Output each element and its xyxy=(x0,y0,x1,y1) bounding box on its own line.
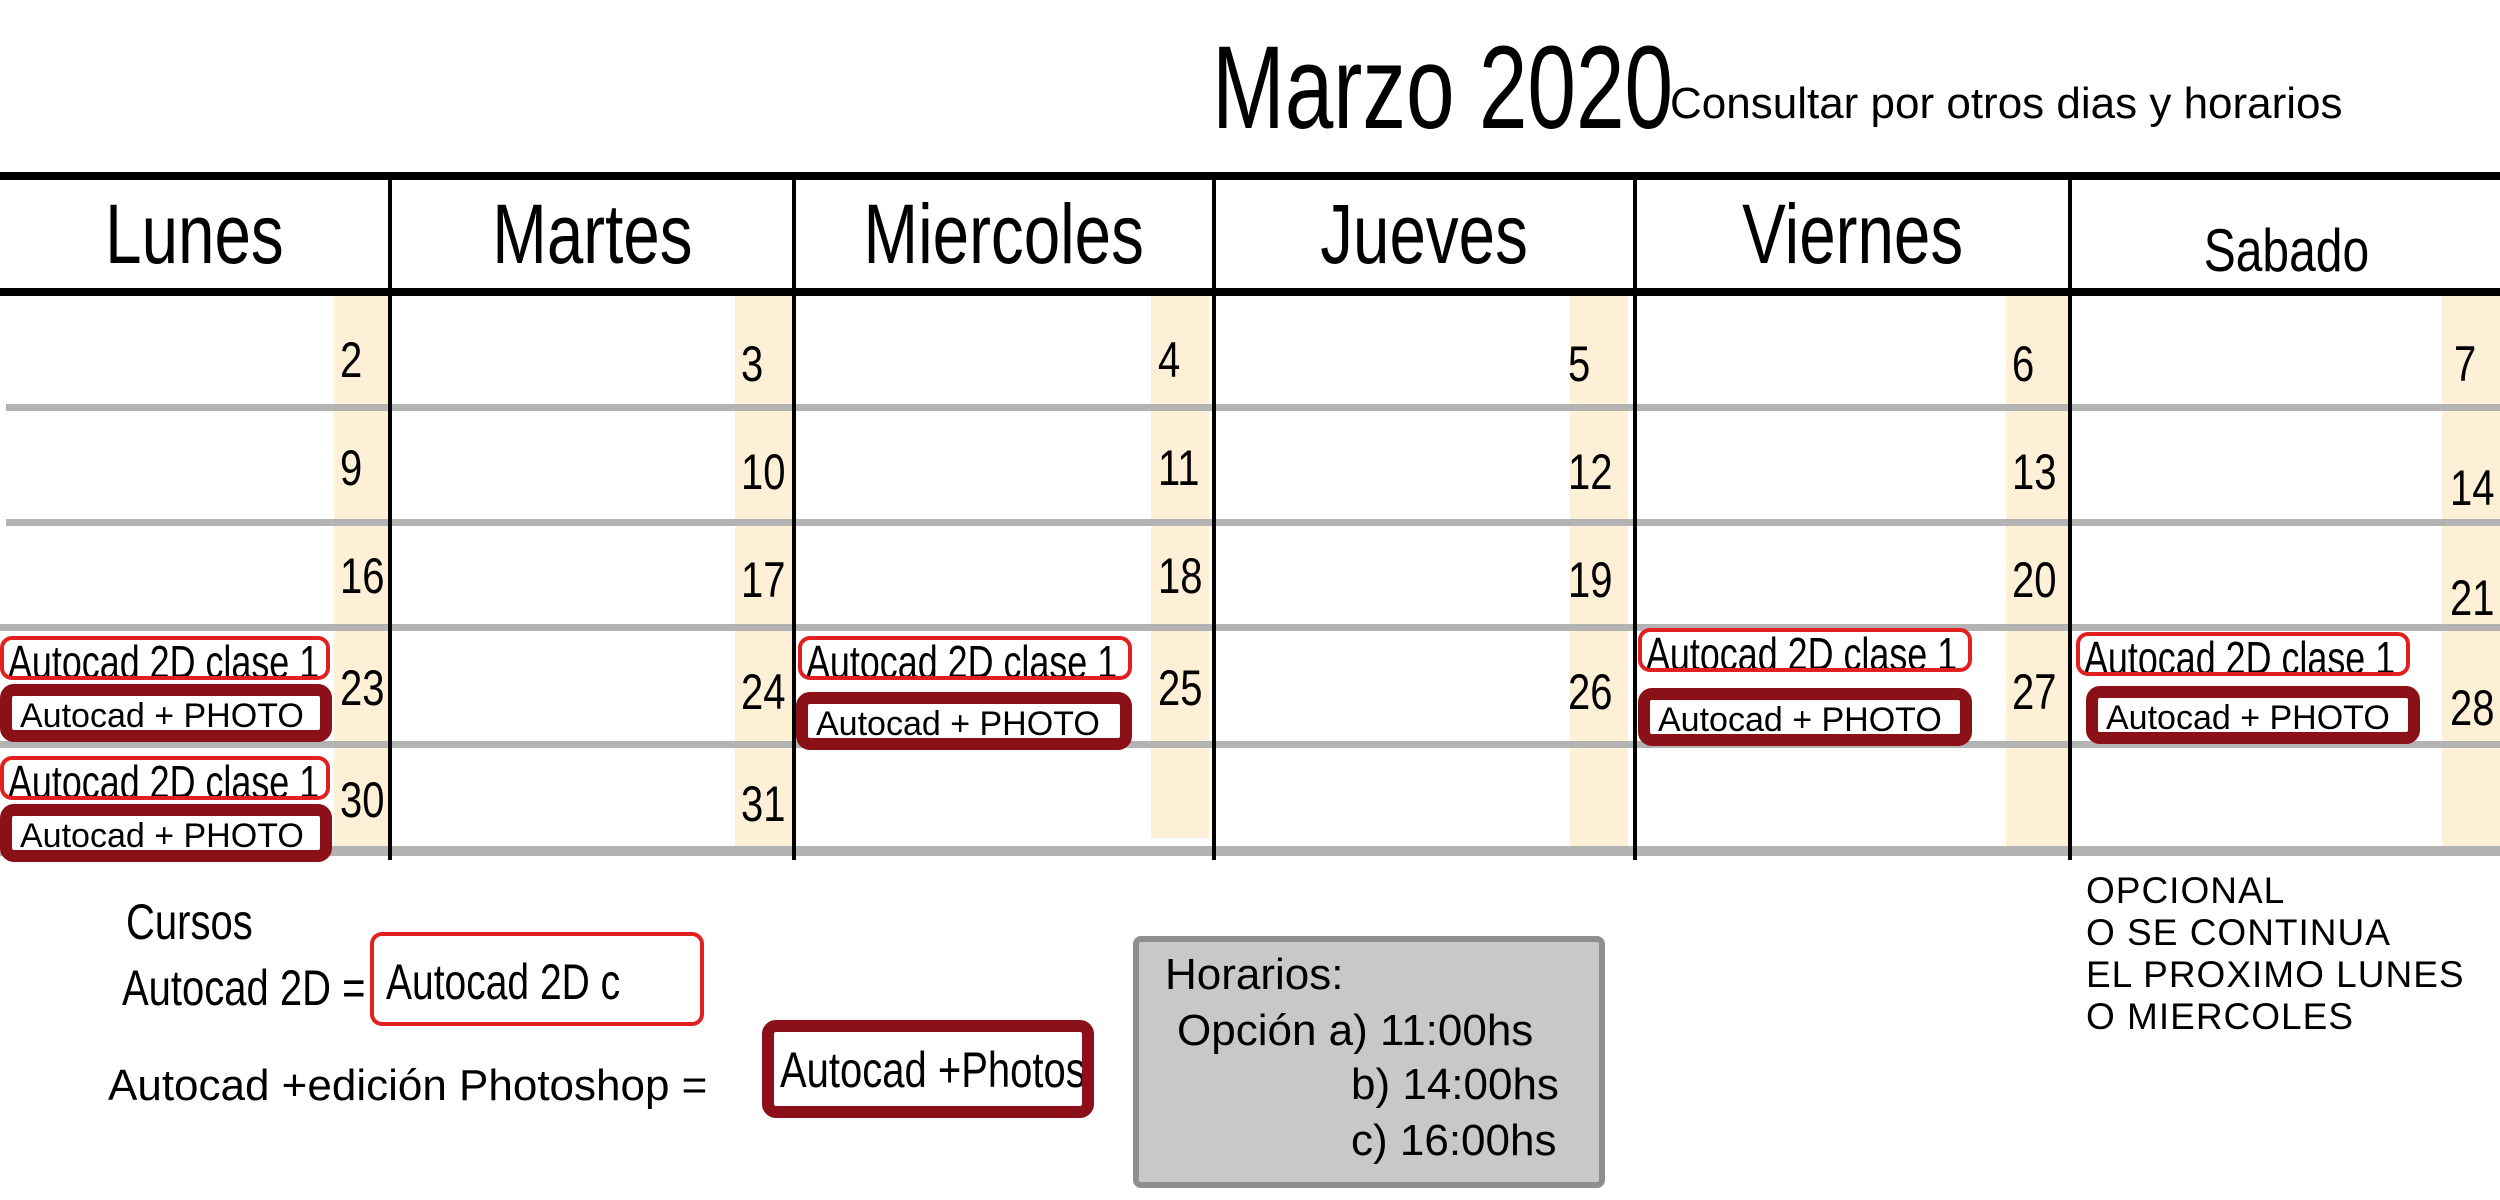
event-autocad-2d[interactable]: Autocad 2D clase 1 xyxy=(2076,632,2410,676)
day-number: 25 xyxy=(1158,660,1203,716)
week-divider xyxy=(0,624,2500,631)
optional-note: OPCIONAL O SE CONTINUA EL PROXIMO LUNES … xyxy=(2086,870,2465,1038)
legend-photoshop-label: Autocad +edición Photoshop = xyxy=(108,1061,708,1110)
event-autocad-photo[interactable]: Autocad + PHOTO xyxy=(1638,688,1972,746)
day-number: 27 xyxy=(2012,664,2057,720)
weekday-header-sabado: Sabado xyxy=(2203,216,2369,284)
weekday-header-martes: Martes xyxy=(491,186,693,281)
day-number: 31 xyxy=(741,776,786,832)
event-autocad-2d[interactable]: Autocad 2D clase 1 xyxy=(0,636,330,680)
day-number: 4 xyxy=(1158,332,1181,388)
weekday-header-viernes: Viernes xyxy=(1742,186,1963,281)
day-number: 9 xyxy=(340,440,363,496)
day-number: 26 xyxy=(1568,664,1613,720)
day-number: 17 xyxy=(741,552,786,608)
note-line: EL PROXIMO LUNES xyxy=(2086,954,2465,995)
legend-autocad-2d-label: Autocad 2D = xyxy=(122,960,366,1016)
day-number: 20 xyxy=(2012,552,2057,608)
day-number: 13 xyxy=(2012,444,2057,500)
weekday-header-miercoles: Miercoles xyxy=(863,186,1145,281)
note-line: OPCIONAL xyxy=(2086,870,2286,911)
week-divider xyxy=(6,519,2500,526)
legend-photoshop-sample: Autocad +Photosh xyxy=(762,1020,1094,1118)
event-autocad-photo[interactable]: Autocad + PHOTO xyxy=(0,684,332,742)
day-number: 12 xyxy=(1568,444,1613,500)
legend-heading: Cursos xyxy=(126,894,253,950)
day-number: 10 xyxy=(741,444,786,500)
day-number: 21 xyxy=(2450,570,2495,626)
note-line: O MIERCOLES xyxy=(2086,996,2354,1037)
day-number: 6 xyxy=(2012,336,2035,392)
day-number: 5 xyxy=(1568,336,1591,392)
event-autocad-2d[interactable]: Autocad 2D clase 1 xyxy=(0,756,330,800)
legend-autocad-2d-sample: Autocad 2D c xyxy=(370,932,704,1026)
weekday-header-lunes: Lunes xyxy=(104,186,284,281)
horarios-option-c: c) 16:00hs xyxy=(1351,1116,1557,1165)
calendar-title: Marzo 2020 xyxy=(1212,22,1674,154)
day-number: 11 xyxy=(1158,440,1200,496)
calendar-bottom-rule xyxy=(0,846,2500,856)
horarios-title: Horarios: xyxy=(1165,950,1344,999)
day-number: 18 xyxy=(1158,548,1203,604)
event-autocad-photo[interactable]: Autocad + PHOTO xyxy=(2086,686,2420,744)
horarios-option-a: Opción a) 11:00hs xyxy=(1177,1006,1534,1055)
day-number: 30 xyxy=(340,772,385,828)
day-number: 16 xyxy=(340,548,385,604)
event-autocad-2d[interactable]: Autocad 2D clase 1 xyxy=(798,636,1132,680)
day-number: 7 xyxy=(2454,336,2477,392)
event-autocad-photo[interactable]: Autocad + PHOTO xyxy=(796,692,1132,750)
day-number: 3 xyxy=(741,336,764,392)
weekday-header-jueves: Jueves xyxy=(1320,186,1529,281)
horarios-box: Horarios: Opción a) 11:00hs b) 14:00hs c… xyxy=(1133,936,1605,1188)
day-number: 24 xyxy=(741,664,786,720)
day-number: 23 xyxy=(340,660,385,716)
event-autocad-photo[interactable]: Autocad + PHOTO xyxy=(0,804,332,862)
day-number: 28 xyxy=(2450,680,2495,736)
note-line: O SE CONTINUA xyxy=(2086,912,2391,953)
calendar-subtitle: Consultar por otros dias y horarios xyxy=(1670,79,2343,128)
day-number: 14 xyxy=(2450,460,2495,516)
week-divider xyxy=(6,404,2500,411)
day-number: 2 xyxy=(340,332,363,388)
event-autocad-2d[interactable]: Autocad 2D clase 1 xyxy=(1638,628,1972,672)
horarios-option-b: b) 14:00hs xyxy=(1351,1060,1559,1109)
day-number: 19 xyxy=(1568,552,1613,608)
